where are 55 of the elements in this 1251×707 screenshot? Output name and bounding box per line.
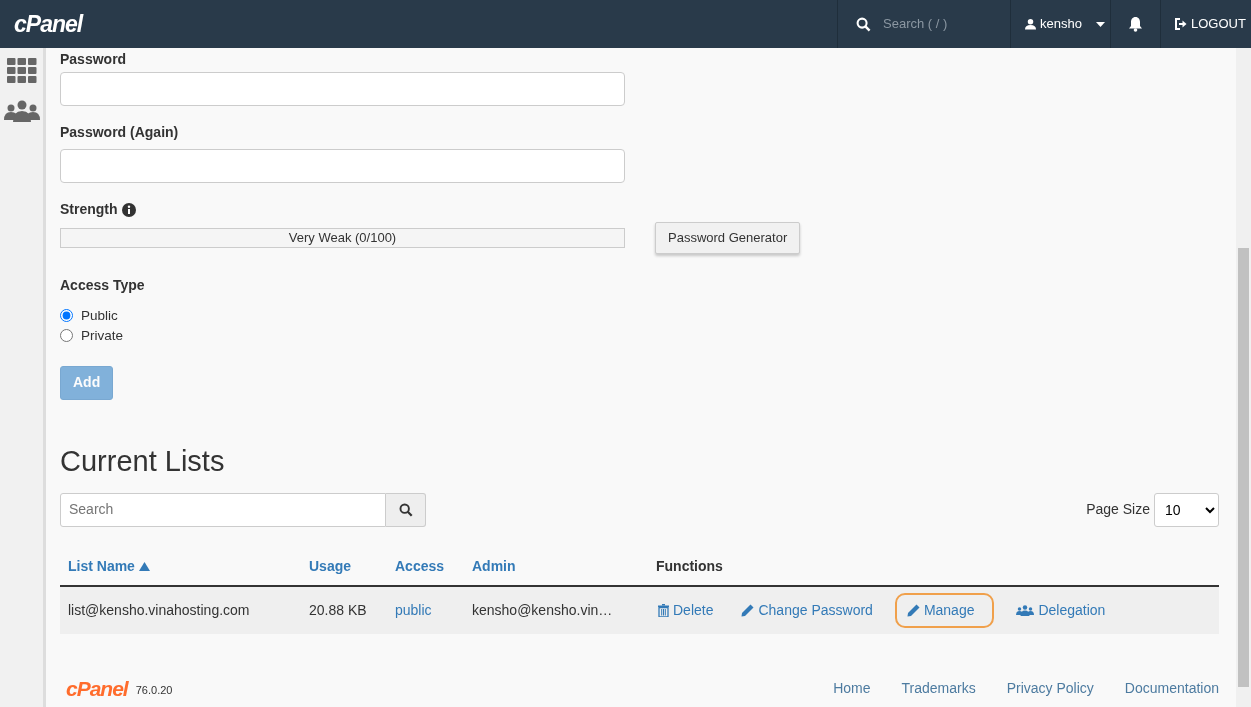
column-header[interactable]: Admin [464,548,648,586]
table-cell: kensho@kensho.vin… [464,585,648,635]
field-label: Password (Again) [60,122,180,142]
pencil-icon [906,603,920,617]
search-button[interactable] [386,492,426,527]
trash-icon [658,603,669,617]
pencil-icon [741,603,755,617]
password-field[interactable] [60,71,625,106]
action-link[interactable]: Manage [896,594,993,627]
field-label: Access Type [60,276,146,296]
strength-reading: Very Weak (0/100) [287,228,398,247]
table-cell: list@kensho.vinahosting.com [60,585,301,635]
scrollbar-thumb[interactable] [1238,248,1249,687]
footer-link[interactable]: Home [833,679,871,700]
search-icon [398,503,413,517]
radio-label: Private [81,326,124,345]
column-header[interactable]: List Name [60,548,301,586]
search-icon [856,16,871,32]
caret-icon [1095,21,1105,27]
scrollbar[interactable] [1236,48,1251,707]
user-menu[interactable]: kensho [1010,0,1110,48]
user-icon [1025,18,1036,30]
column-header[interactable]: Usage [301,548,387,586]
footer-link[interactable]: Documentation [1124,679,1219,700]
column-header: Functions [648,548,1219,586]
page-size-select[interactable]: 10 [1154,492,1219,527]
radio-button[interactable] [60,309,73,323]
table-cell: 20.88 KB [301,585,387,635]
search-field[interactable]: Search ( / ) [881,13,991,35]
radio-label: Public [81,306,118,325]
info-icon[interactable] [121,202,136,217]
footer-link[interactable]: Privacy Policy [1006,679,1094,700]
users-icon [3,100,40,122]
access-link[interactable]: public [395,601,432,618]
version-text: 76.0.20 [135,683,173,699]
logout-icon [1175,18,1187,30]
bell-icon [1128,16,1143,32]
action-link[interactable]: Delegation [1006,594,1116,627]
password-field[interactable] [60,148,625,183]
cpanel-logo[interactable]: cPanel [14,7,83,41]
footer-link[interactable]: Trademarks [901,679,976,700]
field-label: Password [60,50,128,69]
cpanel-logo[interactable]: cPanel [66,674,128,705]
column-header[interactable]: Access [387,548,464,586]
action-link[interactable]: Delete [648,594,724,627]
users-icon [1016,604,1035,616]
grid-icon [6,58,37,84]
field-label: Strength [60,199,118,219]
action-link[interactable]: Change Password [731,594,883,627]
radio-button[interactable] [60,329,73,343]
password-generator-button[interactable]: Password Generator [655,221,801,255]
sidebar-item[interactable] [3,100,40,122]
page-size-label: Page Size [1086,499,1150,519]
section-heading: Current Lists [60,443,226,479]
sidebar-item[interactable] [6,58,37,84]
